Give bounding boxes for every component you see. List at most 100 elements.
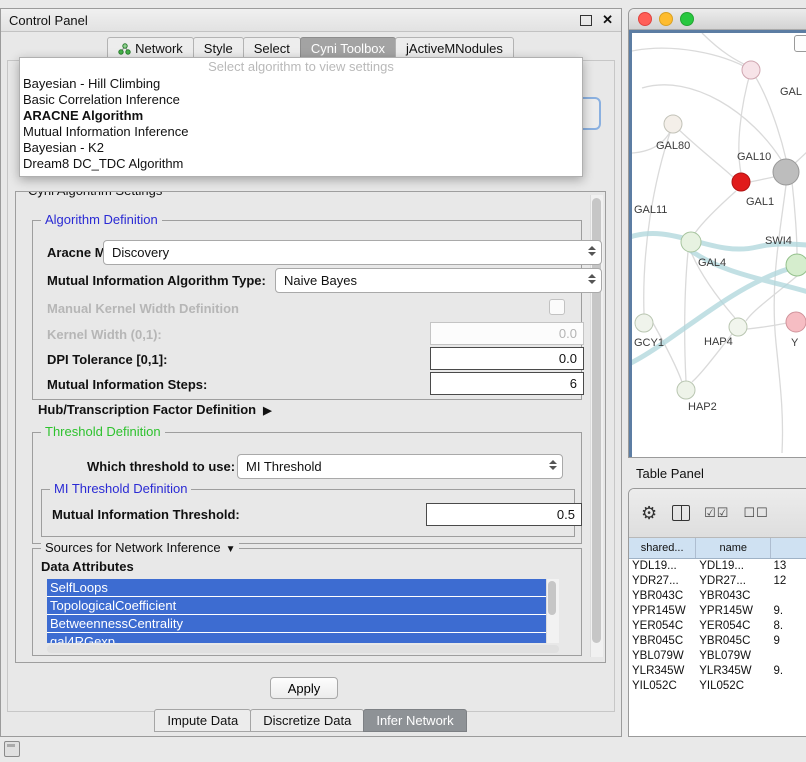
network-icon	[118, 43, 131, 55]
mi-threshold-input[interactable]: 0.5	[426, 503, 582, 526]
mi-steps-input[interactable]: 6	[430, 372, 584, 395]
table-cell: YPR145W	[696, 604, 770, 619]
dropdown-item-dream8[interactable]: Dream8 DC_TDC Algorithm	[20, 156, 582, 172]
dropdown-item-bayesian-hill-climbing[interactable]: Bayesian - Hill Climbing	[20, 76, 582, 92]
expand-right-icon[interactable]: ▶	[263, 405, 271, 417]
unselect-all-columns-icon[interactable]: ☐☐	[743, 505, 768, 521]
tab-label: Impute Data	[167, 713, 238, 728]
table-row[interactable]: YBR045C YBR045C 9	[629, 634, 806, 649]
select-all-columns-icon[interactable]: ☑☑	[704, 505, 729, 521]
table-row[interactable]: YBL079W YBL079W	[629, 649, 806, 664]
list-scrollbar[interactable]	[546, 579, 559, 643]
field-value: 0.0	[559, 351, 577, 366]
table-cell: YBR045C	[696, 634, 770, 649]
network-node[interactable]	[635, 314, 653, 332]
table-row[interactable]: YER054C YER054C 8.	[629, 619, 806, 634]
list-horizontal-scrollbar[interactable]	[47, 645, 559, 653]
list-item-topologicalcoefficient[interactable]: TopologicalCoefficient	[47, 597, 549, 614]
sources-title[interactable]: Sources for Network Inference ▼	[41, 540, 239, 555]
network-node[interactable]	[786, 254, 806, 276]
network-window-titlebar[interactable]	[629, 9, 806, 30]
table-row[interactable]: YBR043C YBR043C	[629, 589, 806, 604]
which-threshold-label: Which threshold to use:	[87, 459, 235, 474]
field-value: 0.0	[559, 326, 577, 341]
column-header-name[interactable]: name	[696, 538, 771, 558]
network-node[interactable]	[729, 318, 747, 336]
table-cell: YDL19...	[696, 559, 770, 574]
zoom-traffic-light[interactable]	[680, 12, 694, 26]
network-node[interactable]	[664, 115, 682, 133]
dropdown-item-basic-correlation[interactable]: Basic Correlation Inference	[20, 92, 582, 108]
table-cell: YPR145W	[629, 604, 696, 619]
column-header[interactable]	[771, 538, 806, 558]
network-node[interactable]	[681, 232, 701, 252]
table-cell: YBR043C	[696, 589, 770, 604]
tab-label: Select	[254, 41, 290, 56]
dropdown-item-mutual-information[interactable]: Mutual Information Inference	[20, 124, 582, 140]
gear-icon[interactable]: ⚙	[641, 503, 658, 524]
mi-threshold-definition-group: MI Threshold Definition Mutual Informati…	[41, 489, 575, 537]
table-row[interactable]: YLR345W YLR345W 9.	[629, 664, 806, 679]
list-item-selfloops[interactable]: SelfLoops	[47, 579, 549, 596]
close-icon[interactable]: ✕	[602, 12, 613, 28]
apply-button[interactable]: Apply	[270, 677, 338, 699]
dpi-tolerance-input[interactable]: 0.0	[430, 347, 584, 370]
mi-algorithm-type-select[interactable]: Naive Bayes	[275, 268, 602, 293]
table-row[interactable]: YIL052C YIL052C	[629, 679, 806, 694]
field-value: 6	[570, 376, 577, 391]
table-cell: YDR27...	[629, 574, 696, 589]
scrollbar-thumb[interactable]	[548, 581, 556, 615]
network-edge	[695, 191, 736, 233]
data-attributes-label: Data Attributes	[41, 559, 134, 574]
network-edge	[685, 252, 688, 381]
close-traffic-light[interactable]	[638, 12, 652, 26]
column-header-shared-name[interactable]: shared...	[629, 538, 696, 558]
table-cell: 12	[771, 574, 806, 589]
data-attributes-list[interactable]: SelfLoops TopologicalCoefficient Between…	[47, 579, 559, 643]
manual-kernel-width-checkbox[interactable]	[549, 299, 565, 315]
list-item-betweennesscentrality[interactable]: BetweennessCentrality	[47, 615, 549, 632]
expand-down-icon[interactable]: ▼	[226, 544, 236, 555]
dropdown-item-aracne[interactable]: ARACNE Algorithm	[20, 108, 582, 124]
minimized-panel-icon[interactable]	[4, 741, 20, 757]
tab-impute-data[interactable]: Impute Data	[154, 709, 251, 732]
table-row[interactable]: YDL19... YDL19... 13	[629, 559, 806, 574]
which-threshold-select[interactable]: MI Threshold	[237, 454, 563, 479]
network-node[interactable]	[773, 159, 799, 185]
network-canvas[interactable]: GAL GAL80 GAL10 GAL11 GAL1 SWI4 GAL4 GCY…	[629, 30, 806, 458]
combo-value: Naive Bayes	[284, 273, 357, 288]
float-window-icon[interactable]	[580, 15, 592, 26]
node-label: GAL4	[698, 257, 726, 269]
hub-definition-expander[interactable]: Hub/Transcription Factor Definition ▶	[38, 402, 272, 417]
network-node[interactable]	[677, 381, 695, 399]
field-value: 0.5	[557, 507, 575, 522]
minimize-traffic-light[interactable]	[659, 12, 673, 26]
kernel-width-input[interactable]: 0.0	[430, 322, 584, 345]
table-cell: 9	[771, 634, 806, 649]
table-cell: YDL19...	[629, 559, 696, 574]
list-item-gal4rgexp[interactable]: gal4RGexp	[47, 633, 549, 643]
aracne-mode-select[interactable]: Discovery	[103, 240, 602, 265]
table-row[interactable]: YPR145W YPR145W 9.	[629, 604, 806, 619]
columns-icon[interactable]	[672, 505, 690, 521]
table-row[interactable]: YDR27... YDR27... 12	[629, 574, 806, 589]
algorithm-dropdown-popup: Select algorithm to view settings Bayesi…	[19, 57, 583, 177]
hub-definition-label: Hub/Transcription Factor Definition	[38, 402, 256, 417]
table-cell: YIL052C	[629, 679, 696, 694]
control-panel-titlebar[interactable]: Control Panel ✕	[1, 9, 621, 32]
tab-label: Cyni Toolbox	[311, 41, 385, 56]
sources-title-text: Sources for Network Inference	[45, 540, 221, 555]
tab-infer-network[interactable]: Infer Network	[363, 709, 466, 732]
table-cell: YBR043C	[629, 589, 696, 604]
dropdown-item-bayesian-k2[interactable]: Bayesian - K2	[20, 140, 582, 156]
node-label: GAL80	[656, 140, 690, 152]
threshold-definition-group: Threshold Definition Which threshold to …	[32, 432, 582, 544]
tab-label: Style	[204, 41, 233, 56]
tab-discretize-data[interactable]: Discretize Data	[250, 709, 364, 732]
table-body: YDL19... YDL19... 13 YDR27... YDR27... 1…	[629, 559, 806, 694]
network-overlay-button[interactable]	[794, 35, 806, 52]
network-edge	[644, 124, 673, 314]
network-node[interactable]	[786, 312, 806, 332]
network-node[interactable]	[742, 61, 760, 79]
network-node-selected[interactable]	[732, 173, 750, 191]
